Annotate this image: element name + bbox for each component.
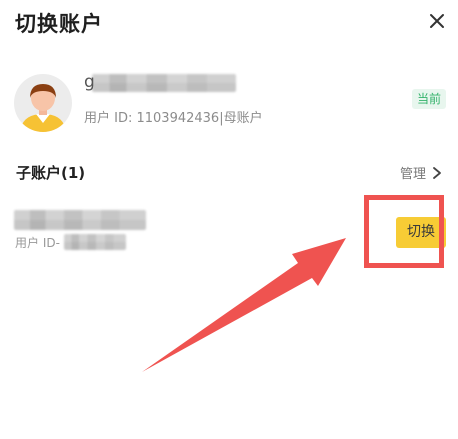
dialog-title: 切换账户 [15,12,103,36]
sub-account-name-masked [14,210,146,230]
sub-account-uid: 用户 ID- [15,236,60,250]
close-icon[interactable] [424,8,450,34]
sub-accounts-heading: 子账户(1) [16,164,86,182]
main-account-uid: 用户 ID: 1103942436|母账户 [84,111,263,126]
sub-account-uid-masked [64,234,126,250]
status-badge: 当前 [412,89,446,109]
switch-account-dialog: 切换账户 g 用户 ID: 1103942436|母账户 当前 子账户(1) 管… [0,0,458,439]
username-visible: g [84,72,95,92]
avatar-icon [14,74,72,132]
annotation-highlight-box [364,195,444,268]
manage-link[interactable]: 管理 [400,163,442,182]
chevron-right-icon [433,166,441,179]
username-masked [92,74,236,92]
manage-label: 管理 [400,167,427,182]
